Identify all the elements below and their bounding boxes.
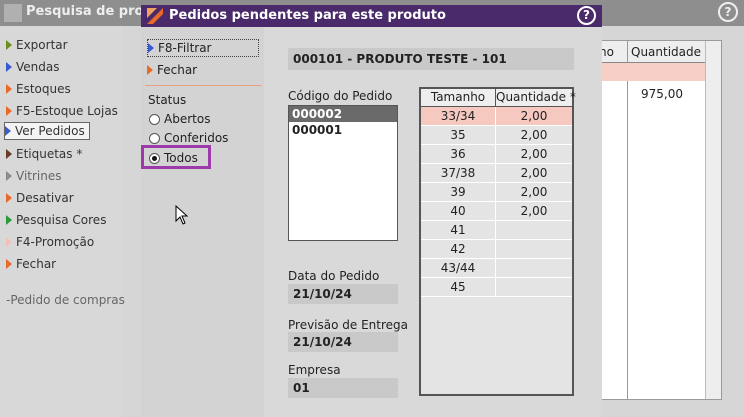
menu-item-pesquisa-cores[interactable]: Pesquisa Cores — [6, 211, 106, 229]
menu-item-ver-pedidos[interactable]: Ver Pedidos — [4, 122, 90, 140]
highlight-annotation — [141, 145, 211, 169]
arrow-icon — [147, 65, 153, 75]
arrow-icon — [6, 149, 12, 159]
table-row[interactable]: 40 2,00 — [421, 202, 572, 221]
delivery-date-field: 21/10/24 — [288, 332, 398, 352]
dialog-titlebar: Pedidos pendentes para este produto ? — [141, 5, 602, 27]
menu-item-promocao[interactable]: F4-Promoção — [6, 233, 94, 251]
arrow-icon — [5, 126, 11, 136]
close-button[interactable]: Fechar — [147, 61, 259, 79]
delivery-date-label: Previsão de Entrega — [288, 318, 409, 332]
filter-button[interactable]: F8-Filtrar — [147, 39, 259, 57]
list-item[interactable]: 000002 — [289, 106, 397, 122]
mouse-cursor-icon — [175, 205, 189, 225]
arrow-icon — [148, 43, 154, 53]
order-code-list[interactable]: 000002 000001 — [288, 105, 398, 241]
order-code-label: Código do Pedido — [288, 89, 393, 103]
divider — [145, 85, 261, 86]
arrow-icon — [6, 106, 12, 116]
background-menu: Exportar Vendas Estoques F5-Estoque Loja… — [0, 26, 125, 417]
order-date-label: Data do Pedido — [288, 269, 380, 283]
radio-abertos[interactable]: Abertos — [149, 112, 210, 126]
size-table: Tamanho Quantidade * 33/34 2,00 35 2,00 36… — [419, 87, 576, 396]
quantity-column-header: Quantidade * — [496, 90, 576, 104]
menu-item-vitrines[interactable]: Vitrines — [6, 167, 62, 185]
size-table-header: Tamanho Quantidade * — [421, 89, 576, 107]
company-label: Empresa — [288, 363, 341, 377]
arrow-icon — [6, 62, 12, 72]
table-row[interactable]: 45 — [421, 278, 572, 297]
app-logo-icon — [147, 8, 163, 24]
menu-item-exportar[interactable]: Exportar — [6, 36, 68, 54]
company-field: 01 — [288, 378, 398, 398]
status-label: Status — [148, 93, 187, 107]
dialog-title: Pedidos pendentes para este produto — [169, 8, 446, 23]
pedido-compras-link[interactable]: -Pedido de compras — [6, 291, 125, 309]
menu-item-fechar[interactable]: Fechar — [6, 255, 56, 273]
table-row[interactable]: 36 2,00 — [421, 145, 572, 164]
radio-icon — [149, 113, 160, 125]
dialog-main: 000101 - PRODUTO TESTE - 101 Código do P… — [264, 27, 602, 417]
size-column-header: Tamanho — [421, 89, 496, 106]
arrow-icon — [6, 237, 12, 247]
menu-item-estoque-lojas[interactable]: F5-Estoque Lojas — [6, 102, 118, 120]
table-row[interactable]: 43/44 — [421, 259, 572, 278]
arrow-icon — [6, 259, 12, 269]
menu-item-desativar[interactable]: Desativar — [6, 189, 74, 207]
list-item[interactable]: 000001 — [289, 122, 397, 138]
pedidos-dialog: Pedidos pendentes para este produto ? F8… — [141, 5, 602, 417]
help-icon[interactable]: ? — [718, 2, 738, 22]
arrow-icon — [6, 84, 12, 94]
arrow-icon — [6, 171, 12, 181]
arrow-icon — [6, 193, 12, 203]
app-logo-icon — [4, 4, 22, 22]
arrow-icon — [6, 215, 12, 225]
table-row[interactable]: 37/38 2,00 — [421, 164, 572, 183]
dialog-sidebar: F8-Filtrar Fechar Status Abertos Conferi… — [141, 27, 264, 417]
menu-item-estoques[interactable]: Estoques — [6, 80, 71, 98]
table-row[interactable]: 33/34 2,00 — [421, 107, 572, 126]
product-field: 000101 - PRODUTO TESTE - 101 — [288, 48, 574, 70]
scrollbar[interactable] — [705, 41, 721, 399]
menu-item-vendas[interactable]: Vendas — [6, 58, 60, 76]
help-icon[interactable]: ? — [577, 6, 596, 25]
radio-icon — [149, 132, 160, 144]
menu-item-etiquetas[interactable]: Etiquetas * — [6, 145, 82, 163]
table-row[interactable]: 39 2,00 — [421, 183, 572, 202]
table-row[interactable]: 42 — [421, 240, 572, 259]
background-col2-header: Quantidade * — [631, 45, 711, 59]
order-date-field: 21/10/24 — [288, 284, 398, 304]
background-table-value: 975,00 — [641, 87, 683, 101]
arrow-icon — [6, 40, 12, 50]
radio-conferidos[interactable]: Conferidos — [149, 131, 228, 145]
table-row[interactable]: 41 — [421, 221, 572, 240]
table-row[interactable]: 35 2,00 — [421, 126, 572, 145]
